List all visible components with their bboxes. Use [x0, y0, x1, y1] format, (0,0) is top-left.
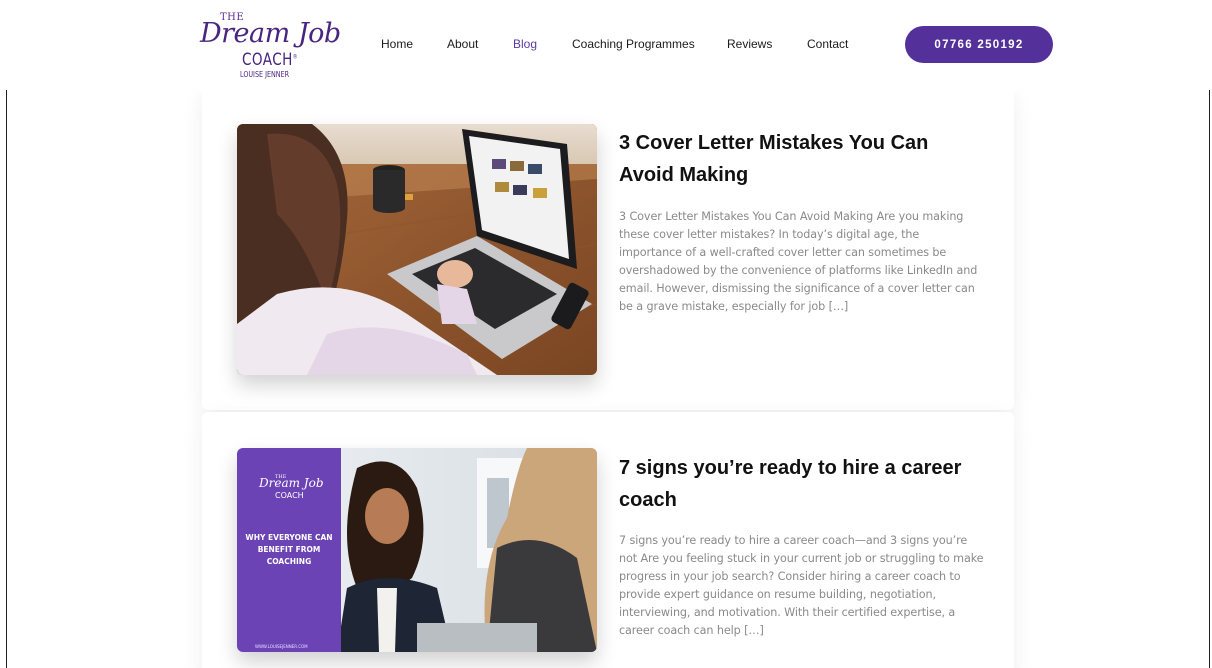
post-title[interactable]: 3 Cover Letter Mistakes You Can Avoid Ma…	[619, 127, 979, 191]
nav-reviews[interactable]: Reviews	[727, 37, 772, 51]
post-excerpt: 3 Cover Letter Mistakes You Can Avoid Ma…	[619, 210, 978, 313]
woman-laptop-image	[237, 124, 597, 375]
promo-logo-script: Dream Job	[259, 476, 324, 490]
post-thumbnail[interactable]: THE Dream Job COACH WHY EVERYONE CAN BEN…	[237, 448, 597, 652]
site-header: THE Dream Job COACH® LOUISE JENNER Home …	[0, 0, 1212, 90]
post-thumbnail[interactable]	[237, 124, 597, 375]
post-excerpt: 7 signs you’re ready to hire a career co…	[619, 534, 984, 637]
nav-contact[interactable]: Contact	[807, 37, 848, 51]
promo-overlay: THE Dream Job COACH WHY EVERYONE CAN BEN…	[237, 448, 341, 652]
nav-coaching-programmes[interactable]: Coaching Programmes	[572, 37, 695, 51]
nav-blog[interactable]: Blog	[513, 37, 537, 51]
blog-post-card: THE Dream Job COACH WHY EVERYONE CAN BEN…	[202, 412, 1014, 668]
promo-url: WWW.LOUISEJENNER.COM	[255, 644, 308, 649]
logo-coach: COACH®	[242, 50, 298, 70]
promo-headline: WHY EVERYONE CAN BENEFIT FROM COACHING	[245, 533, 333, 566]
nav-home[interactable]: Home	[381, 37, 413, 51]
blog-post-card: 3 Cover Letter Mistakes You Can Avoid Ma…	[202, 90, 1014, 410]
phone-button[interactable]: 07766 250192	[905, 26, 1053, 63]
promo-logo-coach: COACH	[275, 491, 304, 500]
post-title[interactable]: 7 signs you’re ready to hire a career co…	[619, 452, 979, 516]
logo-name: LOUISE JENNER	[240, 70, 290, 79]
nav-about[interactable]: About	[447, 37, 478, 51]
